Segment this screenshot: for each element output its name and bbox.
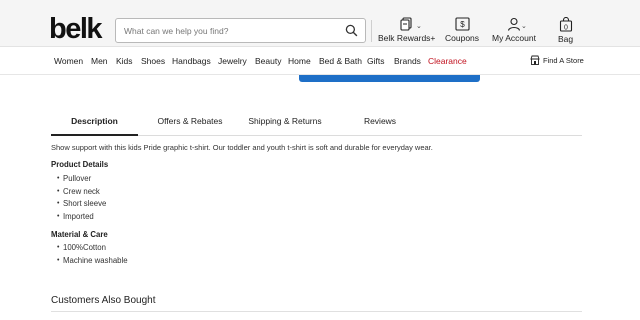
nav-item-men[interactable]: Men: [91, 56, 108, 66]
site-header: belk Belk Rewards+ ⌄ $ Coupons My Accoun…: [0, 0, 640, 47]
belk-logo[interactable]: belk: [49, 14, 103, 44]
coupons-button[interactable]: $ Coupons: [445, 17, 479, 43]
list-item: Crew neck: [57, 186, 106, 199]
svg-text:$: $: [460, 20, 465, 29]
product-details-title: Product Details: [51, 160, 109, 169]
tab-reviews[interactable]: Reviews: [357, 108, 403, 136]
nav-item-bed-bath[interactable]: Bed & Bath: [319, 56, 362, 66]
nav-item-clearance[interactable]: Clearance: [428, 56, 467, 66]
shopping-bag-icon: 0: [559, 17, 572, 32]
list-item: Short sleeve: [57, 198, 106, 211]
chevron-down-icon: ⌄: [416, 23, 422, 30]
section-divider: [51, 311, 582, 312]
search-icon[interactable]: [345, 24, 358, 37]
chevron-down-icon: ⌄: [521, 23, 527, 30]
product-info-tabs: Description Offers & Rebates Shipping & …: [51, 108, 582, 136]
search-input[interactable]: [124, 22, 339, 39]
customers-also-bought-heading: Customers Also Bought: [51, 295, 156, 306]
nav-item-women[interactable]: Women: [54, 56, 83, 66]
list-item: Imported: [57, 211, 106, 224]
nav-item-beauty[interactable]: Beauty: [255, 56, 281, 66]
coupons-label: Coupons: [445, 33, 480, 43]
category-nav: Women Men Kids Shoes Handbags Jewelry Be…: [0, 48, 640, 75]
header-divider: [371, 20, 372, 42]
bag-label: Bag: [558, 34, 574, 44]
nav-item-brands[interactable]: Brands: [394, 56, 421, 66]
tab-description[interactable]: Description: [51, 108, 138, 136]
list-item: Pullover: [57, 173, 106, 186]
material-care-list: 100%Cotton Machine washable: [57, 242, 128, 267]
rewards-card-icon: [400, 17, 412, 31]
rewards-label: Belk Rewards+: [378, 33, 436, 43]
list-item: Machine washable: [57, 255, 128, 268]
my-account-button[interactable]: My Account: [492, 17, 536, 43]
nav-item-handbags[interactable]: Handbags: [172, 56, 211, 66]
bag-button[interactable]: 0 Bag: [558, 17, 573, 44]
nav-item-gifts[interactable]: Gifts: [367, 56, 384, 66]
list-item: 100%Cotton: [57, 242, 128, 255]
add-to-bag-button[interactable]: [299, 75, 480, 82]
account-label: My Account: [492, 33, 536, 43]
find-a-store-link[interactable]: Find A Store: [530, 55, 584, 65]
product-details-list: Pullover Crew neck Short sleeve Imported: [57, 173, 106, 223]
user-icon: [507, 17, 521, 31]
material-care-title: Material & Care: [51, 230, 108, 239]
nav-item-home[interactable]: Home: [288, 56, 311, 66]
coupon-icon: $: [454, 17, 470, 31]
store-icon: [530, 55, 540, 65]
tab-offers-rebates[interactable]: Offers & Rebates: [145, 108, 235, 136]
belk-rewards-button[interactable]: Belk Rewards+: [378, 17, 435, 43]
bag-count: 0: [564, 24, 568, 31]
search-bar: [115, 18, 366, 43]
find-store-label: Find A Store: [543, 56, 584, 65]
nav-item-kids[interactable]: Kids: [116, 56, 133, 66]
product-description: Show support with this kids Pride graphi…: [51, 143, 433, 152]
tab-shipping-returns[interactable]: Shipping & Returns: [241, 108, 329, 136]
nav-item-shoes[interactable]: Shoes: [141, 56, 165, 66]
nav-item-jewelry[interactable]: Jewelry: [218, 56, 247, 66]
